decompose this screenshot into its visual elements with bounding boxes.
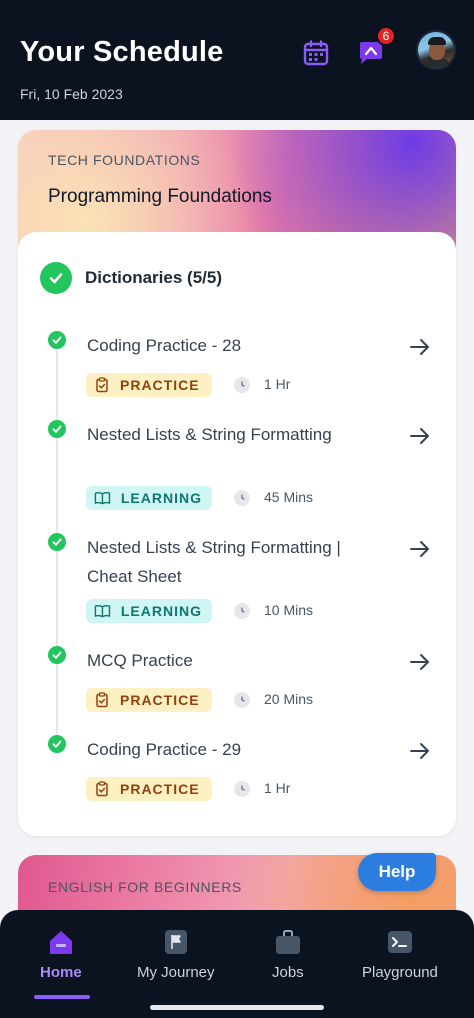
item-duration: 10 Mins	[264, 602, 314, 618]
item-duration: 1 Hr	[264, 376, 291, 392]
check-icon	[48, 646, 66, 664]
avatar[interactable]	[416, 30, 456, 70]
learning-tag: LEARNING	[86, 599, 212, 623]
check-icon	[48, 331, 66, 349]
home-icon	[47, 928, 75, 956]
completed-check-icon	[40, 262, 72, 294]
briefcase-icon	[274, 928, 302, 956]
arrow-right-icon[interactable]	[408, 650, 432, 674]
clock-icon	[234, 603, 250, 619]
schedule-scroll-area[interactable]: TECH FOUNDATIONS Programming Foundations…	[0, 120, 474, 910]
calendar-icon[interactable]	[301, 38, 331, 68]
nav-label: Jobs	[272, 964, 304, 981]
tag-label: LEARNING	[120, 603, 202, 619]
practice-tag: PRACTICE	[86, 777, 212, 801]
nav-home[interactable]: Home	[40, 928, 82, 981]
arrow-right-icon[interactable]	[408, 537, 432, 561]
book-icon	[94, 605, 111, 618]
clock-icon	[234, 692, 250, 708]
tag-label: PRACTICE	[120, 781, 200, 797]
bottom-nav: Home My Journey Jobs Playground	[0, 910, 474, 1018]
course-title: Programming Foundations	[48, 186, 272, 207]
course-category: TECH FOUNDATIONS	[48, 152, 201, 168]
help-button[interactable]: Help	[358, 853, 436, 891]
course-category: ENGLISH FOR BEGINNERS	[48, 879, 242, 895]
course-card: TECH FOUNDATIONS Programming Foundations…	[18, 130, 456, 836]
item-title: MCQ Practice	[87, 651, 193, 670]
item-title: Coding Practice - 28	[87, 336, 242, 355]
course-content: Dictionaries (5/5) Coding Practice - 28 …	[18, 232, 456, 836]
learning-tag: LEARNING	[86, 486, 212, 510]
item-title: Nested Lists & String Formatting	[87, 425, 332, 444]
item-duration: 45 Mins	[264, 489, 314, 505]
item-duration: 20 Mins	[264, 691, 314, 707]
page-title: Your Schedule	[20, 36, 224, 68]
book-icon	[94, 492, 111, 505]
check-icon	[48, 420, 66, 438]
topic-header: Dictionaries (5/5)	[40, 262, 222, 294]
check-icon	[48, 533, 66, 551]
clock-icon	[234, 377, 250, 393]
nav-label: My Journey	[137, 964, 215, 981]
nav-label: Home	[40, 964, 82, 981]
arrow-right-icon[interactable]	[408, 335, 432, 359]
clipboard-icon	[96, 781, 108, 797]
topic-title: Dictionaries (5/5)	[85, 268, 222, 287]
clock-icon	[234, 781, 250, 797]
arrow-right-icon[interactable]	[408, 739, 432, 763]
nav-label: Playground	[362, 964, 438, 981]
clock-icon	[234, 490, 250, 506]
practice-tag: PRACTICE	[86, 688, 212, 712]
nav-playground[interactable]: Playground	[362, 928, 438, 981]
active-tab-indicator	[34, 995, 90, 999]
notification-badge: 6	[376, 26, 396, 46]
terminal-icon	[386, 928, 414, 956]
flag-icon	[162, 928, 190, 956]
tag-label: LEARNING	[120, 490, 202, 506]
tag-label: PRACTICE	[120, 692, 200, 708]
nav-my-journey[interactable]: My Journey	[137, 928, 215, 981]
clipboard-icon	[96, 377, 108, 393]
item-title: Coding Practice - 29	[87, 740, 242, 759]
tag-label: PRACTICE	[120, 377, 200, 393]
item-title: Nested Lists & String Formatting | Cheat…	[87, 538, 341, 586]
item-duration: 1 Hr	[264, 780, 291, 796]
app-header: Your Schedule Fri, 10 Feb 2023 6	[0, 0, 474, 120]
nav-jobs[interactable]: Jobs	[272, 928, 304, 981]
check-icon	[48, 735, 66, 753]
home-indicator	[150, 1005, 324, 1010]
clipboard-icon	[96, 692, 108, 708]
schedule-date: Fri, 10 Feb 2023	[20, 86, 123, 102]
practice-tag: PRACTICE	[86, 373, 212, 397]
arrow-right-icon[interactable]	[408, 424, 432, 448]
